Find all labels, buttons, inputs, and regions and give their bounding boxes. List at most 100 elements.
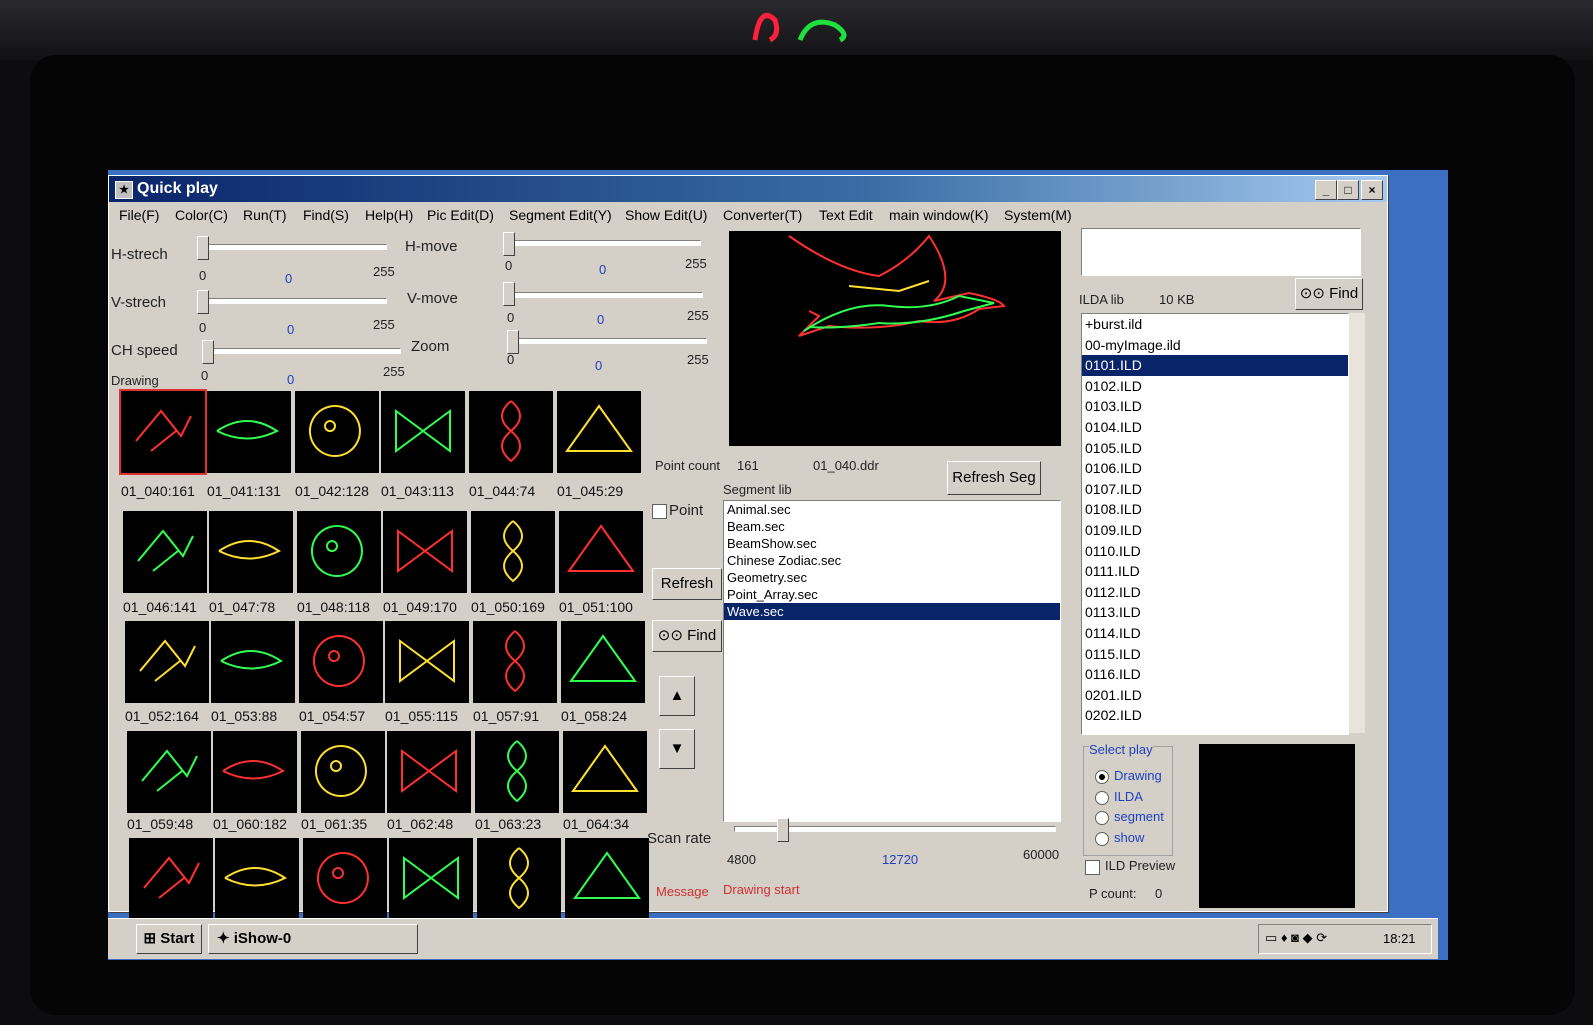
thumbnail-cell[interactable]	[127, 731, 211, 813]
menu-text-edit[interactable]: Text Edit	[819, 207, 873, 223]
refresh-seg-button[interactable]: Refresh Seg	[947, 461, 1041, 495]
menu-find[interactable]: Find(S)	[303, 207, 349, 223]
hstrech-track[interactable]	[199, 244, 387, 250]
thumbnail-cell[interactable]	[389, 838, 473, 920]
thumbnail-cell[interactable]	[561, 621, 645, 703]
menu-help[interactable]: Help(H)	[365, 207, 413, 223]
taskbar-task-ishow[interactable]: ✦ iShow-0	[208, 924, 418, 954]
maximize-button[interactable]: □	[1337, 180, 1359, 200]
refresh-button[interactable]: Refresh	[652, 568, 722, 600]
thumbnail-cell[interactable]	[129, 838, 213, 920]
thumbnail-cell[interactable]	[297, 511, 381, 593]
chspeed-thumb[interactable]	[202, 340, 214, 364]
segment-list-item[interactable]: Animal.sec	[724, 501, 1060, 518]
vstrech-track[interactable]	[199, 298, 387, 304]
ilda-scrollbar[interactable]	[1349, 313, 1365, 733]
thumbnail-cell[interactable]	[303, 838, 387, 920]
menu-show-edit[interactable]: Show Edit(U)	[625, 207, 707, 223]
ilda-list-item[interactable]: 0105.ILD	[1082, 438, 1348, 459]
thumbnail-cell[interactable]	[301, 731, 385, 813]
thumbnail-cell[interactable]	[563, 731, 647, 813]
menu-color[interactable]: Color(C)	[175, 207, 228, 223]
ilda-list-item[interactable]: 0115.ILD	[1082, 644, 1348, 665]
thumbnail-cell[interactable]	[119, 389, 207, 475]
thumbnail-cell[interactable]	[471, 511, 555, 593]
ilda-list-item[interactable]: 0112.ILD	[1082, 582, 1348, 603]
ilda-list-item[interactable]: 0102.ILD	[1082, 376, 1348, 397]
menu-pic-edit[interactable]: Pic Edit(D)	[427, 207, 494, 223]
title-bar[interactable]: ★ Quick play _ □ ×	[109, 176, 1387, 202]
ilda-listbox[interactable]: +burst.ild 00-myImage.ild 0101.ILD 0102.ILD…	[1081, 313, 1349, 735]
thumbnail-cell[interactable]	[125, 621, 209, 703]
thumbnail-cell[interactable]	[207, 391, 291, 473]
menu-converter[interactable]: Converter(T)	[723, 207, 802, 223]
select-play-radio[interactable]	[1095, 831, 1109, 846]
ild-preview-checkbox[interactable]	[1085, 860, 1100, 875]
segment-list-item[interactable]: Wave.sec	[724, 603, 1060, 620]
thumbnail-cell[interactable]	[381, 391, 465, 473]
select-play-radio[interactable]	[1095, 790, 1109, 805]
ilda-list-item[interactable]: 0201.ILD	[1082, 685, 1348, 706]
move-up-button[interactable]: ▲	[659, 676, 695, 716]
thumbnail-cell[interactable]	[385, 621, 469, 703]
thumbnail-cell[interactable]	[215, 838, 299, 920]
scan-rate-thumb[interactable]	[777, 818, 789, 842]
hstrech-thumb[interactable]	[197, 236, 209, 260]
thumbnail-cell[interactable]	[557, 391, 641, 473]
thumbnail-cell[interactable]	[209, 511, 293, 593]
ilda-list-item[interactable]: 0108.ILD	[1082, 499, 1348, 520]
thumbnail-cell[interactable]	[473, 621, 557, 703]
menu-main-window[interactable]: main window(K)	[889, 207, 989, 223]
minimize-button[interactable]: _	[1315, 180, 1337, 200]
select-play-radio[interactable]	[1095, 811, 1109, 825]
ilda-list-item[interactable]: +burst.ild	[1082, 314, 1348, 335]
zoom-thumb[interactable]	[507, 330, 519, 354]
thumbnail-cell[interactable]	[123, 511, 207, 593]
ilda-search-box[interactable]	[1081, 228, 1361, 276]
ilda-list-item[interactable]: 0116.ILD	[1082, 664, 1348, 685]
zoom-track[interactable]	[509, 338, 707, 344]
ilda-list-item[interactable]: 0202.ILD	[1082, 705, 1348, 726]
segment-list-item[interactable]: BeamShow.sec	[724, 535, 1060, 552]
hmove-track[interactable]	[505, 240, 701, 246]
thumbnail-cell[interactable]	[211, 621, 295, 703]
vmove-track[interactable]	[505, 292, 703, 298]
ilda-list-item[interactable]: 0106.ILD	[1082, 458, 1348, 479]
point-checkbox[interactable]	[652, 504, 667, 519]
thumbnail-cell[interactable]	[387, 731, 471, 813]
segment-listbox[interactable]: Animal.sec Beam.sec BeamShow.sec Chinese Zo…	[723, 500, 1061, 822]
vstrech-thumb[interactable]	[197, 290, 209, 314]
thumbnail-cell[interactable]	[383, 511, 467, 593]
thumbnail-cell[interactable]	[477, 838, 561, 920]
ilda-list-item[interactable]: 0113.ILD	[1082, 602, 1348, 623]
segment-list-item[interactable]: Chinese Zodiac.sec	[724, 552, 1060, 569]
thumbnail-cell[interactable]	[559, 511, 643, 593]
thumbnail-cell[interactable]	[475, 731, 559, 813]
find-ilda-button[interactable]: ⊙⊙ Find	[1295, 278, 1363, 310]
thumbnail-cell[interactable]	[295, 391, 379, 473]
ilda-list-item[interactable]: 0110.ILD	[1082, 541, 1348, 562]
ilda-list-item[interactable]: 0101.ILD	[1082, 355, 1348, 376]
thumbnail-cell[interactable]	[565, 838, 649, 920]
hmove-thumb[interactable]	[503, 232, 515, 256]
start-button[interactable]: ⊞ Start	[136, 924, 202, 954]
tray-icons[interactable]: ▭ ♦ ◙ ◆ ⟳	[1265, 930, 1327, 946]
ilda-list-item[interactable]: 0111.ILD	[1082, 561, 1348, 582]
select-play-radio[interactable]	[1095, 770, 1109, 784]
top-scroll-button[interactable]	[1361, 228, 1379, 250]
menu-file[interactable]: File(F)	[119, 207, 159, 223]
thumbnail-cell[interactable]	[213, 731, 297, 813]
ilda-list-item[interactable]: 0114.ILD	[1082, 623, 1348, 644]
close-button[interactable]: ×	[1361, 180, 1383, 200]
menu-system[interactable]: System(M)	[1004, 207, 1072, 223]
menu-segment-edit[interactable]: Segment Edit(Y)	[509, 207, 612, 223]
vmove-thumb[interactable]	[503, 282, 515, 306]
thumbnail-cell[interactable]	[469, 391, 553, 473]
segment-list-item[interactable]: Point_Array.sec	[724, 586, 1060, 603]
chspeed-track[interactable]	[204, 348, 401, 354]
menu-run[interactable]: Run(T)	[243, 207, 287, 223]
ilda-list-item[interactable]: 0104.ILD	[1082, 417, 1348, 438]
ilda-list-item[interactable]: 0107.ILD	[1082, 479, 1348, 500]
ilda-list-item[interactable]: 00-myImage.ild	[1082, 335, 1348, 356]
ilda-list-item[interactable]: 0109.ILD	[1082, 520, 1348, 541]
